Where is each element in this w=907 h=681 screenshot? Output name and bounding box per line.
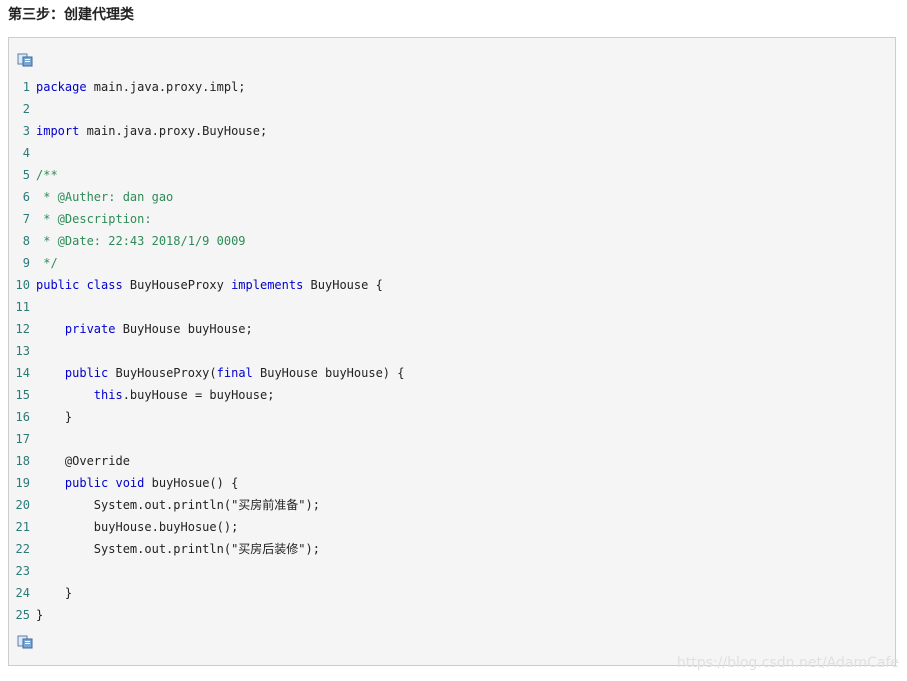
- code-token: BuyHouseProxy(: [108, 366, 217, 380]
- code-token: public void: [64, 476, 145, 490]
- code-line: 6 * @Auther: dan gao: [9, 186, 404, 208]
- code-token: main.java.proxy.impl;: [86, 80, 246, 94]
- line-number: 7: [22, 212, 30, 226]
- code-token: final: [216, 366, 253, 380]
- line-number: 25: [15, 608, 30, 622]
- code-line: 12 private BuyHouse buyHouse;: [9, 318, 404, 340]
- line-number: 23: [15, 564, 30, 578]
- code-line: 9 */: [9, 252, 404, 274]
- line-number: 20: [15, 498, 30, 512]
- section-heading: 第三步：创建代理类: [8, 7, 134, 23]
- code-token: .buyHouse = buyHouse;: [122, 388, 275, 402]
- code-token: }: [36, 586, 73, 600]
- line-number: 21: [15, 520, 30, 534]
- code-token: }: [36, 410, 73, 424]
- line-number: 9: [22, 256, 30, 270]
- line-number: 17: [15, 432, 30, 446]
- code-line: 5 /**: [9, 164, 404, 186]
- code-line: 2: [9, 98, 404, 120]
- code-token: public class: [36, 278, 123, 292]
- code-line: 7 * @Description:: [9, 208, 404, 230]
- code-token: BuyHouse buyHouse;: [115, 322, 253, 336]
- line-number: 4: [22, 146, 30, 160]
- line-number: 6: [22, 190, 30, 204]
- code-line: 14 public BuyHouseProxy(final BuyHouse b…: [9, 362, 405, 384]
- code-line: 25}: [9, 604, 404, 626]
- code-line: 16 }: [9, 406, 404, 428]
- code-line: 19 public void buyHosue() {: [9, 472, 404, 494]
- line-number: 5: [22, 168, 30, 182]
- code-token: BuyHouse {: [303, 278, 383, 292]
- code-token: /**: [36, 168, 58, 182]
- code-line: 15 this.buyHouse = buyHouse;: [9, 384, 404, 406]
- code-token: implements: [231, 278, 304, 292]
- code-token: * @Auther: dan gao: [36, 190, 174, 204]
- line-number: 12: [15, 322, 30, 336]
- line-number: 14: [15, 366, 30, 380]
- code-token: buyHosue() {: [144, 476, 239, 490]
- code-token: System.out.println("买房后装修");: [36, 542, 320, 556]
- code-token: private: [64, 322, 116, 336]
- line-number: 8: [22, 234, 30, 248]
- code-line: 8 * @Date: 22:43 2018/1/9 0009: [9, 230, 404, 252]
- code-token: main.java.proxy.BuyHouse;: [79, 124, 268, 138]
- code-token: BuyHouse buyHouse) {: [252, 366, 405, 380]
- line-number: 19: [15, 476, 30, 490]
- copy-icon[interactable]: [17, 53, 33, 67]
- code-lines: 1 package main.java.proxy.impl; 2 3 import m…: [9, 76, 405, 626]
- code-token: System.out.println("买房前准备");: [36, 498, 320, 512]
- copy-icon[interactable]: [17, 635, 33, 649]
- code-token: BuyHouseProxy: [122, 278, 232, 292]
- code-token: buyHouse.buyHosue();: [36, 520, 239, 534]
- code-line: 4: [9, 142, 404, 164]
- code-token: * @Date: 22:43 2018/1/9 0009: [36, 234, 246, 248]
- code-line: 18 @Override: [9, 450, 404, 472]
- code-line: 3 import main.java.proxy.BuyHouse;: [9, 120, 404, 142]
- code-token: import: [36, 124, 80, 138]
- code-line: 22 System.out.println("买房后装修");: [9, 538, 404, 560]
- code-line: 24 }: [9, 582, 404, 604]
- code-token: * @Description:: [36, 212, 152, 226]
- line-number: 10: [15, 278, 30, 292]
- code-line: 10 public class BuyHouseProxy implements …: [9, 274, 404, 296]
- code-token: public: [64, 366, 109, 380]
- code-line: 20 System.out.println("买房前准备");: [9, 494, 404, 516]
- line-number: 15: [15, 388, 30, 402]
- code-line: 13: [9, 340, 404, 362]
- code-token: @Override: [36, 454, 130, 468]
- line-number: 18: [15, 454, 30, 468]
- line-number: 22: [15, 542, 30, 556]
- code-block: 1 package main.java.proxy.impl; 2 3 import m…: [8, 37, 896, 666]
- code-token: }: [36, 608, 44, 622]
- line-number: 24: [15, 586, 30, 600]
- watermark: https://blog.csdn.net/AdamCafe: [676, 655, 899, 671]
- line-number: 3: [22, 124, 30, 138]
- line-number: 11: [15, 300, 30, 314]
- code-line: 1 package main.java.proxy.impl;: [9, 76, 404, 98]
- line-number: 13: [15, 344, 30, 358]
- code-token: this: [93, 388, 123, 402]
- code-token: */: [36, 256, 58, 270]
- line-number: 16: [15, 410, 30, 424]
- code-token: package: [36, 80, 87, 94]
- code-line: 17: [9, 428, 404, 450]
- line-number: 1: [22, 80, 30, 94]
- code-line: 21 buyHouse.buyHosue();: [9, 516, 404, 538]
- code-line: 11: [9, 296, 404, 318]
- code-line: 23: [9, 560, 404, 582]
- line-number: 2: [22, 102, 30, 116]
